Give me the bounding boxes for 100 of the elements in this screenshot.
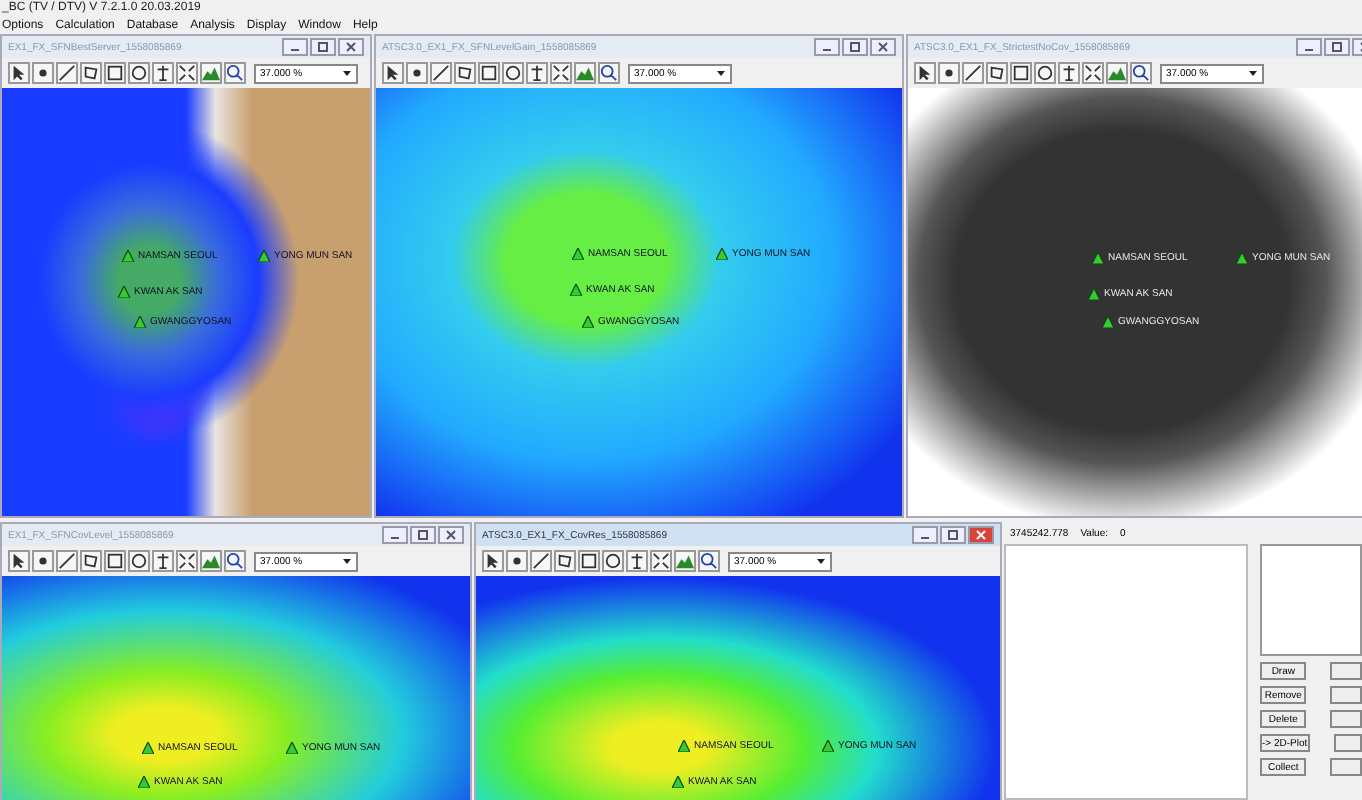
- maximize-button[interactable]: [940, 526, 966, 544]
- rect-tool-button[interactable]: [1010, 62, 1032, 84]
- move-icon: [178, 552, 196, 570]
- close-icon: [346, 42, 356, 52]
- point-tool-button[interactable]: [938, 62, 960, 84]
- line-icon: [58, 552, 76, 570]
- circle-tool-button[interactable]: [1034, 62, 1056, 84]
- rect-tool-button[interactable]: [104, 550, 126, 572]
- point-tool-button[interactable]: [506, 550, 528, 572]
- pointer-icon: [484, 552, 502, 570]
- line-tool-button[interactable]: [56, 62, 78, 84]
- minimize-button[interactable]: [814, 38, 840, 56]
- rect-tool-button[interactable]: [578, 550, 600, 572]
- move-tool-button[interactable]: [1082, 62, 1104, 84]
- transmitter-icon: [678, 740, 690, 752]
- antenna-tool-button[interactable]: [626, 550, 648, 572]
- terrain-tool-button[interactable]: [574, 62, 596, 84]
- terrain-tool-button[interactable]: [674, 550, 696, 572]
- circle-icon: [130, 552, 148, 570]
- circle-tool-button[interactable]: [128, 62, 150, 84]
- close-button[interactable]: [438, 526, 464, 544]
- point-tool-button[interactable]: [32, 550, 54, 572]
- zoom-tool-button[interactable]: [698, 550, 720, 572]
- transmitter-icon: [138, 776, 150, 788]
- pointer-tool-button[interactable]: [382, 62, 404, 84]
- close-button[interactable]: [870, 38, 896, 56]
- terrain-icon: [676, 552, 694, 570]
- panel-button[interactable]: [1330, 710, 1362, 728]
- circle-tool-button[interactable]: [502, 62, 524, 84]
- terrain-icon: [576, 64, 594, 82]
- antenna-tool-button[interactable]: [152, 550, 174, 572]
- polygon-icon: [82, 552, 100, 570]
- line-icon: [964, 64, 982, 82]
- move-icon: [1084, 64, 1102, 82]
- point-tool-button[interactable]: [406, 62, 428, 84]
- move-tool-button[interactable]: [176, 62, 198, 84]
- polygon-tool-button[interactable]: [554, 550, 576, 572]
- zoom-tool-button[interactable]: [1130, 62, 1152, 84]
- maximize-button[interactable]: [1324, 38, 1350, 56]
- panel-button[interactable]: [1330, 686, 1362, 704]
- panel-button[interactable]: [1330, 758, 1362, 776]
- close-button[interactable]: [338, 38, 364, 56]
- antenna-tool-button[interactable]: [152, 62, 174, 84]
- move-icon: [178, 64, 196, 82]
- maximize-button[interactable]: [310, 38, 336, 56]
- circle-tool-button[interactable]: [602, 550, 624, 572]
- terrain-tool-button[interactable]: [200, 550, 222, 572]
- minimize-button[interactable]: [1296, 38, 1322, 56]
- terrain-icon: [1108, 64, 1126, 82]
- minimize-button[interactable]: [382, 526, 408, 544]
- move-tool-button[interactable]: [550, 62, 572, 84]
- transmitter-icon: [822, 740, 834, 752]
- maximize-button[interactable]: [410, 526, 436, 544]
- maximize-button[interactable]: [842, 38, 868, 56]
- line-tool-button[interactable]: [530, 550, 552, 572]
- point-icon: [940, 64, 958, 82]
- rect-tool-button[interactable]: [104, 62, 126, 84]
- minimize-button[interactable]: [912, 526, 938, 544]
- terrain-tool-button[interactable]: [1106, 62, 1128, 84]
- preview-area: [1260, 544, 1362, 656]
- polygon-icon: [988, 64, 1006, 82]
- zoom-tool-button[interactable]: [224, 62, 246, 84]
- polygon-tool-button[interactable]: [986, 62, 1008, 84]
- panel-button[interactable]: [1333, 734, 1362, 752]
- transmitter-icon: [1102, 316, 1114, 328]
- circle-tool-button[interactable]: [128, 550, 150, 572]
- dropdown-arrow-icon: [342, 556, 352, 566]
- point-tool-button[interactable]: [32, 62, 54, 84]
- line-icon: [432, 64, 450, 82]
- circle-icon: [130, 64, 148, 82]
- antenna-tool-button[interactable]: [526, 62, 548, 84]
- line-tool-button[interactable]: [56, 550, 78, 572]
- zoom-tool-button[interactable]: [224, 550, 246, 572]
- move-icon: [652, 552, 670, 570]
- pointer-icon: [10, 64, 28, 82]
- line-tool-button[interactable]: [962, 62, 984, 84]
- dropdown-arrow-icon: [816, 556, 826, 566]
- terrain-tool-button[interactable]: [200, 62, 222, 84]
- antenna-tool-button[interactable]: [1058, 62, 1080, 84]
- close-button[interactable]: [968, 526, 994, 544]
- antenna-icon: [1060, 64, 1078, 82]
- polygon-tool-button[interactable]: [80, 550, 102, 572]
- pointer-tool-button[interactable]: [8, 550, 30, 572]
- polygon-tool-button[interactable]: [454, 62, 476, 84]
- move-tool-button[interactable]: [650, 550, 672, 572]
- maximize-icon: [850, 42, 860, 52]
- pointer-tool-button[interactable]: [482, 550, 504, 572]
- polygon-tool-button[interactable]: [80, 62, 102, 84]
- minimize-button[interactable]: [282, 38, 308, 56]
- point-icon: [34, 64, 52, 82]
- rect-tool-button[interactable]: [478, 62, 500, 84]
- pointer-tool-button[interactable]: [8, 62, 30, 84]
- line-tool-button[interactable]: [430, 62, 452, 84]
- zoom-tool-button[interactable]: [598, 62, 620, 84]
- pointer-icon: [916, 64, 934, 82]
- pointer-tool-button[interactable]: [914, 62, 936, 84]
- antenna-icon: [154, 552, 172, 570]
- maximize-icon: [1332, 42, 1342, 52]
- panel-button[interactable]: [1330, 662, 1362, 680]
- move-tool-button[interactable]: [176, 550, 198, 572]
